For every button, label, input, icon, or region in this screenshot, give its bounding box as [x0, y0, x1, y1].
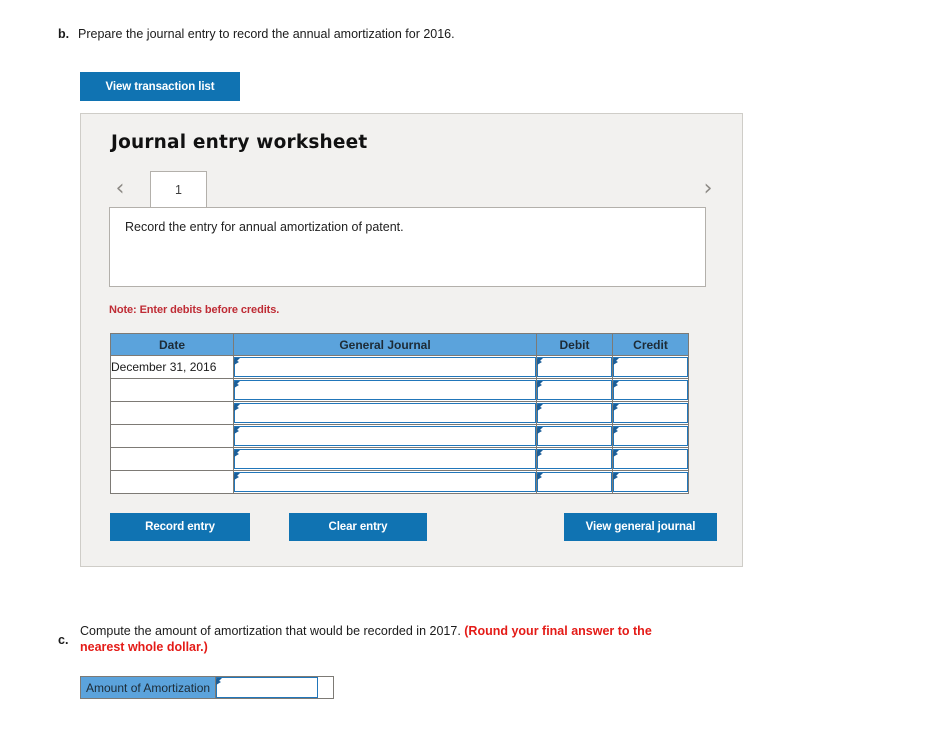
cell-general-journal-6[interactable] — [233, 470, 537, 494]
question-b: b. Prepare the journal entry to record t… — [58, 27, 758, 42]
cell-debit-5[interactable] — [536, 447, 613, 471]
cell-credit-1[interactable] — [612, 355, 689, 379]
dropdown-marker-icon — [234, 404, 240, 414]
cell-debit-4[interactable] — [536, 424, 613, 448]
debits-before-credits-note: Note: Enter debits before credits. — [109, 304, 280, 316]
dropdown-marker-icon — [613, 381, 619, 391]
chevron-left-icon[interactable]: ‹ — [109, 174, 131, 204]
cell-general-journal-2[interactable] — [233, 378, 537, 402]
cell-credit-6[interactable] — [612, 470, 689, 494]
journal-entry-worksheet-panel: Journal entry worksheet ‹ 1 › Record the… — [80, 113, 743, 567]
column-header-general-journal: General Journal — [233, 333, 537, 356]
table-row — [110, 470, 689, 494]
credit-input-5[interactable] — [613, 449, 688, 469]
cell-general-journal-5[interactable] — [233, 447, 537, 471]
amount-of-amortization-row: Amount of Amortization — [80, 676, 334, 699]
cell-debit-6[interactable] — [536, 470, 613, 494]
cell-date-3[interactable] — [110, 401, 234, 425]
table-row — [110, 447, 689, 471]
credit-input-2[interactable] — [613, 380, 688, 400]
debit-input-4[interactable] — [537, 426, 612, 446]
credit-input-1[interactable] — [613, 357, 688, 377]
table-row — [110, 424, 689, 448]
dropdown-marker-icon — [537, 427, 543, 437]
cell-credit-2[interactable] — [612, 378, 689, 402]
general-journal-input-3[interactable] — [234, 403, 536, 423]
credit-input-4[interactable] — [613, 426, 688, 446]
debit-input-5[interactable] — [537, 449, 612, 469]
credit-input-6[interactable] — [613, 472, 688, 492]
credit-input-3[interactable] — [613, 403, 688, 423]
journal-entry-table: Date General Journal Debit Credit Decemb… — [110, 333, 689, 494]
view-transaction-list-button[interactable]: View transaction list — [80, 72, 240, 101]
question-c-letter: c. — [58, 632, 69, 647]
cell-general-journal-3[interactable] — [233, 401, 537, 425]
cell-credit-4[interactable] — [612, 424, 689, 448]
dropdown-marker-icon — [234, 450, 240, 460]
chevron-right-icon[interactable]: › — [697, 174, 719, 204]
question-b-text: Prepare the journal entry to record the … — [78, 27, 455, 41]
dropdown-marker-icon — [537, 358, 543, 368]
cell-date-2[interactable] — [110, 378, 234, 402]
dropdown-marker-icon — [613, 473, 619, 483]
question-b-letter: b. — [58, 27, 70, 41]
view-general-journal-button[interactable]: View general journal — [564, 513, 717, 541]
column-header-debit: Debit — [536, 333, 613, 356]
dropdown-marker-icon — [216, 678, 223, 688]
general-journal-input-1[interactable] — [234, 357, 536, 377]
journal-table-header-row: Date General Journal Debit Credit — [110, 333, 689, 356]
debit-input-3[interactable] — [537, 403, 612, 423]
worksheet-instruction-text: Record the entry for annual amortization… — [125, 220, 404, 234]
cell-date-6[interactable] — [110, 470, 234, 494]
clear-entry-button[interactable]: Clear entry — [289, 513, 427, 541]
dropdown-marker-icon — [537, 381, 543, 391]
debit-input-6[interactable] — [537, 472, 612, 492]
cell-date-5[interactable] — [110, 447, 234, 471]
cell-date-4[interactable] — [110, 424, 234, 448]
table-row — [110, 378, 689, 402]
dropdown-marker-icon — [234, 473, 240, 483]
dropdown-marker-icon — [537, 473, 543, 483]
general-journal-input-6[interactable] — [234, 472, 536, 492]
amount-of-amortization-input[interactable] — [216, 677, 319, 698]
table-row — [110, 401, 689, 425]
question-c-text: Compute the amount of amortization that … — [80, 624, 680, 655]
debit-input-2[interactable] — [537, 380, 612, 400]
cell-credit-5[interactable] — [612, 447, 689, 471]
question-c: c. Compute the amount of amortization th… — [58, 624, 698, 655]
cell-general-journal-1[interactable] — [233, 355, 537, 379]
dropdown-marker-icon — [234, 358, 240, 368]
general-journal-input-4[interactable] — [234, 426, 536, 446]
dropdown-marker-icon — [613, 358, 619, 368]
dropdown-marker-icon — [613, 427, 619, 437]
worksheet-tab-1[interactable]: 1 — [150, 171, 207, 207]
dropdown-marker-icon — [613, 450, 619, 460]
general-journal-input-5[interactable] — [234, 449, 536, 469]
dropdown-marker-icon — [537, 404, 543, 414]
question-c-text-plain: Compute the amount of amortization that … — [80, 624, 465, 638]
column-header-date: Date — [110, 333, 234, 356]
amount-of-amortization-label: Amount of Amortization — [81, 677, 217, 698]
dropdown-marker-icon — [234, 427, 240, 437]
dropdown-marker-icon — [537, 450, 543, 460]
column-header-credit: Credit — [612, 333, 689, 356]
cell-debit-3[interactable] — [536, 401, 613, 425]
worksheet-title: Journal entry worksheet — [111, 132, 368, 153]
worksheet-tab-strip: ‹ 1 › — [109, 171, 719, 207]
cell-debit-1[interactable] — [536, 355, 613, 379]
cell-date-1[interactable]: December 31, 2016 — [110, 355, 234, 379]
cell-debit-2[interactable] — [536, 378, 613, 402]
table-row: December 31, 2016 — [110, 355, 689, 379]
debit-input-1[interactable] — [537, 357, 612, 377]
cell-credit-3[interactable] — [612, 401, 689, 425]
worksheet-tab-list: 1 — [150, 171, 207, 207]
dropdown-marker-icon — [234, 381, 240, 391]
general-journal-input-2[interactable] — [234, 380, 536, 400]
dropdown-marker-icon — [613, 404, 619, 414]
cell-general-journal-4[interactable] — [233, 424, 537, 448]
amount-of-amortization-input-cell[interactable] — [216, 677, 319, 698]
record-entry-button[interactable]: Record entry — [110, 513, 250, 541]
worksheet-instruction-box: Record the entry for annual amortization… — [109, 207, 706, 287]
